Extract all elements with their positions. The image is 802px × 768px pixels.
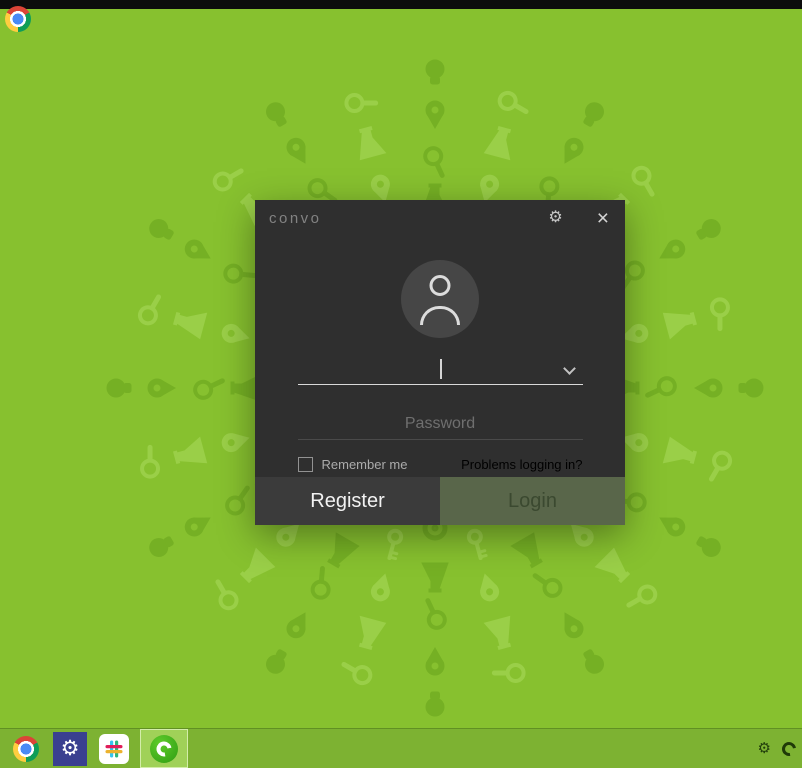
button-row: Register Login xyxy=(255,477,625,525)
convo-logo-icon xyxy=(150,734,178,763)
taskbar-convo-icon[interactable] xyxy=(140,729,188,768)
chrome-icon xyxy=(13,735,39,762)
avatar-head-icon xyxy=(429,275,451,296)
problems-logging-in-link[interactable]: Problems logging in? xyxy=(461,457,582,472)
slack-icon xyxy=(99,733,129,764)
chrome-icon[interactable] xyxy=(5,6,31,32)
settings-gear-icon: ⚙ xyxy=(53,731,87,766)
top-strip xyxy=(0,0,802,9)
login-button[interactable]: Login xyxy=(440,477,625,525)
system-tray: ⚙ xyxy=(758,729,799,768)
titlebar-actions: ⚙ × xyxy=(544,206,613,231)
taskbar-settings-icon[interactable]: ⚙ xyxy=(48,729,92,768)
tray-gear-icon[interactable]: ⚙ xyxy=(758,741,771,756)
remember-me-label: Remember me xyxy=(321,457,408,472)
convo-swirl-icon xyxy=(153,738,175,759)
settings-gear-icon[interactable]: ⚙ xyxy=(544,208,566,228)
taskbar-slack-icon[interactable] xyxy=(92,729,136,768)
close-icon[interactable]: × xyxy=(593,206,613,231)
app-title: convo xyxy=(269,209,322,227)
text-caret xyxy=(440,359,442,379)
convo-login-window: convo ⚙ × Remember me Problems logging i… xyxy=(255,200,625,525)
desktop: convo ⚙ × Remember me Problems logging i… xyxy=(0,0,802,768)
password-input[interactable] xyxy=(297,408,583,439)
taskbar-chrome-icon[interactable] xyxy=(4,729,48,768)
checkbox-box-icon[interactable] xyxy=(297,457,313,472)
remember-me-checkbox[interactable]: Remember me xyxy=(297,457,408,472)
tray-convo-icon[interactable] xyxy=(779,738,799,759)
titlebar[interactable]: convo ⚙ × xyxy=(255,200,625,236)
taskbar: ⚙ ⚙ xyxy=(0,728,802,768)
avatar-shoulders-icon xyxy=(420,306,460,325)
avatar xyxy=(401,260,479,338)
options-row: Remember me Problems logging in? xyxy=(297,457,583,472)
register-button[interactable]: Register xyxy=(255,477,440,525)
username-field xyxy=(297,355,583,385)
password-field xyxy=(297,408,583,440)
